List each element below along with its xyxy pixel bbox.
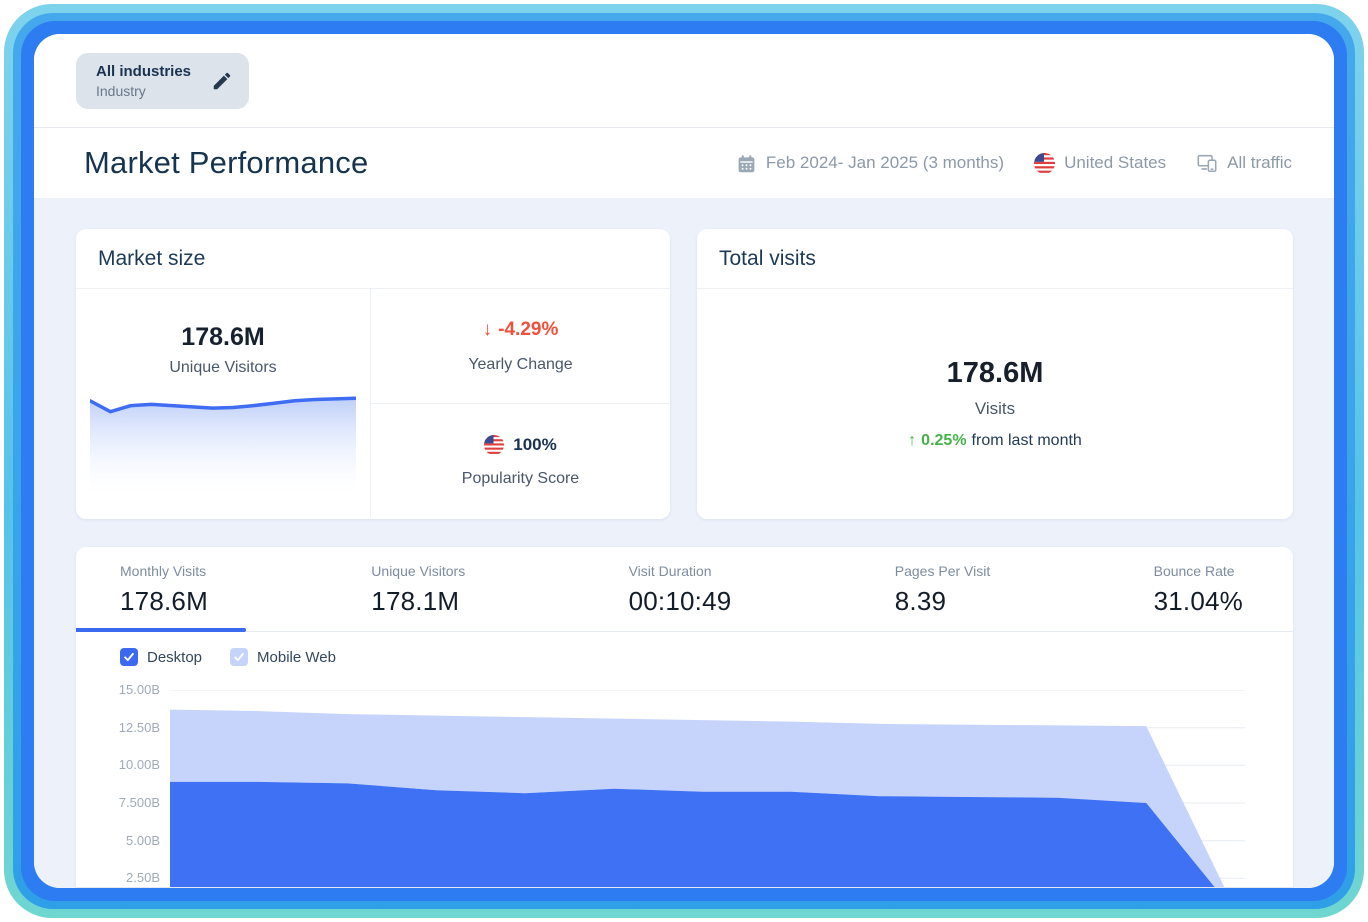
unique-visitors-value: 178.6M [76, 323, 370, 352]
down-arrow-icon: ↓ [483, 319, 493, 341]
industry-value: All industries [96, 63, 191, 80]
chart-legend: Desktop Mobile Web [120, 646, 1293, 668]
legend-label-mobile-web: Mobile Web [257, 649, 336, 666]
industry-selector-text: All industries Industry [96, 63, 191, 99]
metric-value: 178.1M [371, 586, 465, 617]
popularity-score-cell: 100% Popularity Score [371, 404, 670, 518]
yearly-change-cell: ↓ -4.29% Yearly Change [371, 289, 670, 404]
summary-cards-row: Market size 178.6M Unique Visitors [76, 229, 1293, 519]
unique-visitors-label: Unique Visitors [76, 359, 370, 377]
legend-item-desktop[interactable]: Desktop [120, 648, 202, 666]
metric-value: 178.6M [120, 586, 208, 617]
metric-label: Unique Visitors [371, 563, 465, 579]
us-flag-icon [1034, 153, 1055, 174]
total-visits-title: Total visits [697, 229, 1293, 289]
market-size-grid: 178.6M Unique Visitors [76, 289, 670, 518]
up-arrow-icon: ↑ [908, 432, 916, 450]
active-tab-underline [76, 628, 246, 632]
popularity-score-value: 100% [484, 435, 556, 455]
traffic-trend-card: Monthly Visits 178.6M Unique Visitors 17… [76, 547, 1293, 887]
total-visits-body: 178.6M Visits ↑ 0.25% from last month [697, 289, 1293, 518]
y-axis-tick: 2.50B [76, 870, 160, 886]
total-visits-card: Total visits 178.6M Visits ↑ 0.25% from … [697, 229, 1293, 519]
header-filters: Feb 2024- Jan 2025 (3 months) [736, 152, 1292, 174]
all-traffic-devices-icon [1196, 152, 1218, 174]
metric-tab-monthly-visits[interactable]: Monthly Visits 178.6M [120, 563, 208, 631]
traffic-filter[interactable]: All traffic [1196, 152, 1292, 174]
metric-label: Bounce Rate [1154, 563, 1243, 579]
metric-label: Visit Duration [629, 563, 732, 579]
y-axis-tick: 10.00B [76, 757, 160, 773]
mobile-web-checkbox[interactable] [230, 648, 248, 666]
traffic-text: All traffic [1227, 153, 1292, 173]
yearly-change-label: Yearly Change [468, 356, 572, 374]
y-axis-tick: 12.50B [76, 720, 160, 736]
metric-value: 8.39 [895, 586, 990, 617]
page-header: Market Performance Feb 2024- Jan 2025 (3… [34, 128, 1334, 198]
calendar-icon [736, 153, 757, 174]
country-filter[interactable]: United States [1034, 153, 1166, 174]
visits-change-number: 0.25% [921, 432, 966, 450]
metric-tab-visit-duration[interactable]: Visit Duration 00:10:49 [629, 563, 732, 631]
metrics-tab-row: Monthly Visits 178.6M Unique Visitors 17… [76, 547, 1293, 631]
total-visits-label: Visits [975, 399, 1015, 419]
market-size-right-column: ↓ -4.29% Yearly Change [371, 289, 670, 518]
metric-label: Pages Per Visit [895, 563, 990, 579]
market-size-title: Market size [76, 229, 670, 289]
total-visits-value: 178.6M [947, 357, 1044, 390]
industry-filter-band: All industries Industry [34, 34, 1334, 127]
page-title: Market Performance [84, 145, 368, 181]
yearly-change-number: -4.29% [498, 319, 558, 341]
trend-chart-svg [170, 690, 1245, 887]
industry-selector-badge[interactable]: All industries Industry [76, 53, 249, 109]
visits-change-suffix: from last month [972, 432, 1082, 450]
dashboard-window: All industries Industry Market Performan… [34, 34, 1334, 888]
y-axis-tick: 5.00B [76, 833, 160, 849]
date-range-text: Feb 2024- Jan 2025 (3 months) [766, 153, 1004, 173]
legend-item-mobile-web[interactable]: Mobile Web [230, 648, 336, 666]
date-range-filter[interactable]: Feb 2024- Jan 2025 (3 months) [736, 153, 1004, 174]
dashboard-main: Market size 178.6M Unique Visitors [34, 198, 1334, 888]
pencil-edit-icon[interactable] [211, 70, 233, 92]
desktop-checkbox[interactable] [120, 648, 138, 666]
yearly-change-value: ↓ -4.29% [483, 319, 559, 341]
metric-tab-bounce-rate[interactable]: Bounce Rate 31.04% [1154, 563, 1243, 631]
check-icon [232, 650, 246, 664]
market-size-card: Market size 178.6M Unique Visitors [76, 229, 670, 519]
popularity-score-number: 100% [513, 435, 556, 455]
metric-tab-unique-visitors[interactable]: Unique Visitors 178.1M [371, 563, 465, 631]
legend-label-desktop: Desktop [147, 649, 202, 666]
y-axis-tick: 7.500B [76, 795, 160, 811]
y-axis-tick: 15.00B [76, 682, 160, 698]
us-flag-icon [484, 435, 504, 455]
metric-value: 00:10:49 [629, 586, 732, 617]
country-text: United States [1064, 153, 1166, 173]
metric-value: 31.04% [1154, 586, 1243, 617]
total-visits-change: ↑ 0.25% from last month [908, 432, 1082, 450]
metric-tab-pages-per-visit[interactable]: Pages Per Visit 8.39 [895, 563, 990, 631]
industry-label: Industry [96, 83, 191, 99]
popularity-score-label: Popularity Score [462, 470, 579, 488]
stacked-area-chart: 15.00B 12.50B 10.00B 7.500B 5.00B 2.50B [76, 683, 1293, 887]
unique-visitors-sparkline [90, 391, 356, 513]
unique-visitors-cell: 178.6M Unique Visitors [76, 289, 371, 518]
check-icon [122, 650, 136, 664]
metric-label: Monthly Visits [120, 563, 208, 579]
metrics-divider [76, 631, 1293, 632]
